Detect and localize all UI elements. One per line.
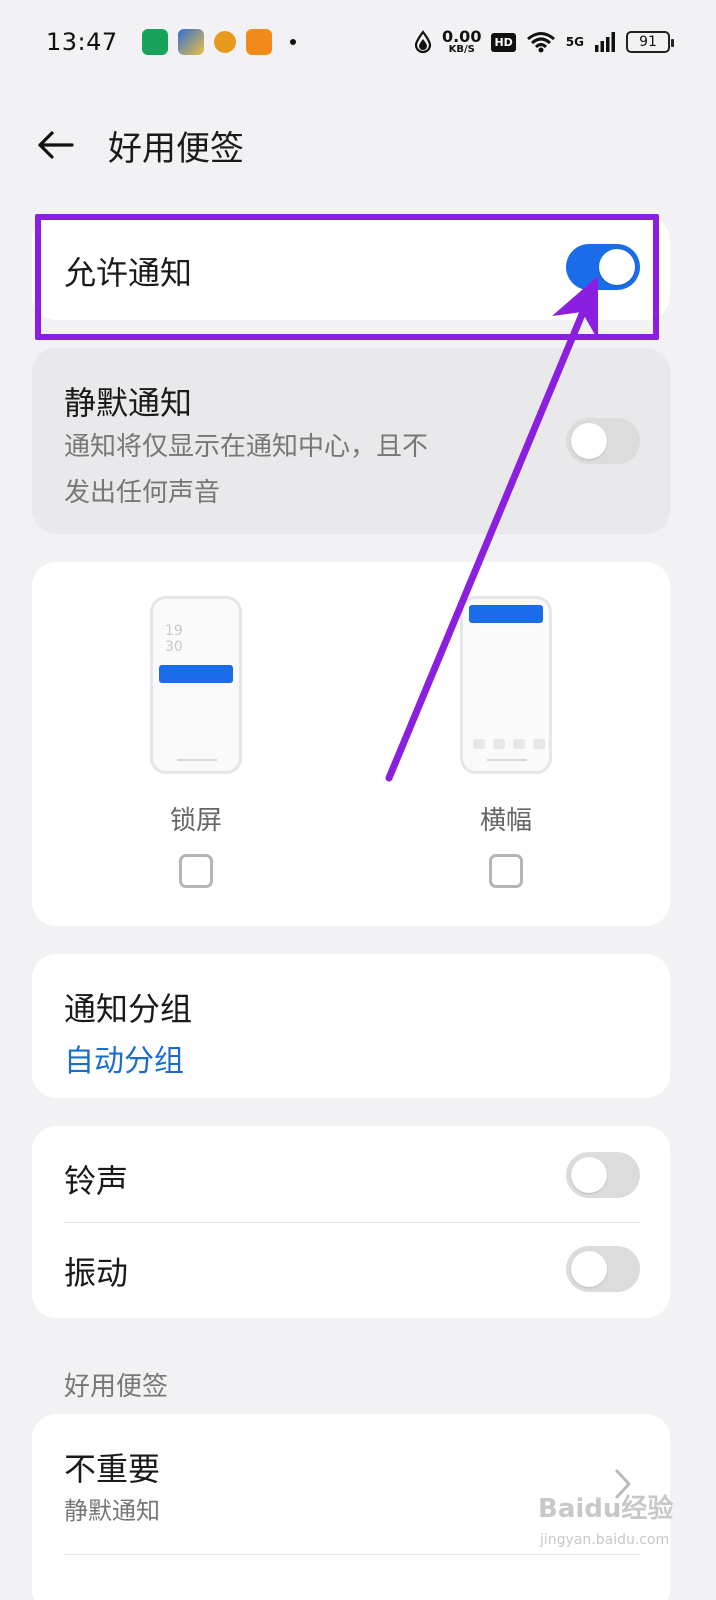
- silent-notifications-toggle[interactable]: [566, 418, 640, 464]
- lockscreen-preview[interactable]: 19 30: [150, 596, 242, 774]
- clock-line-1: 19: [165, 623, 183, 639]
- banner-label: 横幅: [480, 806, 533, 836]
- silent-notifications-row[interactable]: 静默通知 通知将仅显示在通知中心，且不 发出任何声音: [32, 348, 670, 534]
- game-app-icon: [177, 29, 204, 55]
- data-saver-icon: [414, 30, 432, 54]
- category-item-subtitle: 静默通知: [64, 1497, 160, 1525]
- silent-notifications-desc-2: 发出任何声音: [64, 478, 221, 508]
- notification-group-row[interactable]: 通知分组 自动分组: [32, 954, 670, 1098]
- notification-dot: [289, 39, 296, 45]
- ringtone-label: 铃声: [64, 1162, 129, 1200]
- lockscreen-clock: 19 30: [165, 623, 183, 655]
- speed-unit: KB/S: [448, 44, 475, 55]
- banner-preview[interactable]: [460, 596, 552, 774]
- wifi-icon: [526, 32, 555, 53]
- toggle-knob: [571, 1157, 607, 1193]
- battery-level: 91: [639, 34, 657, 50]
- allow-notifications-label: 允许通知: [64, 254, 193, 292]
- banner-notification-bar: [469, 605, 543, 623]
- notification-group-value: 自动分组: [64, 1044, 184, 1079]
- page-title: 好用便签: [108, 128, 244, 169]
- banner-checkbox[interactable]: [489, 854, 523, 888]
- lockscreen-notification-bar: [159, 665, 233, 683]
- allow-notifications-toggle[interactable]: [566, 244, 640, 290]
- vibration-label: 振动: [64, 1254, 129, 1292]
- toggle-knob: [599, 249, 635, 285]
- baidu-watermark-url: jingyan.baidu.com: [540, 1532, 670, 1548]
- coin-app-icon: [213, 31, 236, 53]
- lockscreen-label: 锁屏: [170, 806, 223, 836]
- silent-notifications-desc-1: 通知将仅显示在通知中心，且不: [64, 432, 429, 462]
- row-divider: [64, 1554, 640, 1555]
- network-speed: 0.00 KB/S: [442, 29, 481, 55]
- status-time: 13:47: [46, 28, 118, 56]
- clock-line-2: 30: [165, 639, 183, 655]
- app-header: 好用便签: [0, 100, 716, 190]
- back-button[interactable]: [26, 115, 86, 175]
- speed-value: 0.00: [441, 27, 482, 46]
- toggle-knob: [571, 423, 607, 459]
- toggle-knob: [571, 1251, 607, 1287]
- silent-notifications-label: 静默通知: [64, 384, 193, 422]
- home-indicator: [487, 759, 527, 761]
- status-app-icons: [141, 29, 296, 55]
- baidu-watermark: Baidu经验: [538, 1494, 674, 1524]
- oppo-app-icon: [141, 29, 168, 55]
- sound-settings-card: 铃声 振动: [32, 1126, 670, 1318]
- network-type: 5G: [565, 35, 584, 49]
- category-section-header: 好用便签: [64, 1372, 169, 1402]
- vibration-toggle[interactable]: [566, 1246, 640, 1292]
- dock-icons: [473, 739, 545, 749]
- display-style-card: 19 30 锁屏 横幅: [32, 562, 670, 926]
- hd-badge: HD: [491, 32, 516, 52]
- battery-icon: 91: [626, 31, 674, 53]
- home-indicator: [177, 759, 217, 761]
- category-item-title: 不重要: [64, 1450, 161, 1488]
- notification-group-label: 通知分组: [64, 990, 193, 1028]
- ringtone-toggle[interactable]: [566, 1152, 640, 1198]
- lockscreen-checkbox[interactable]: [179, 854, 213, 888]
- ringtone-row[interactable]: 铃声: [32, 1126, 670, 1222]
- signal-icon: [595, 32, 615, 52]
- vibration-row[interactable]: 振动: [32, 1222, 670, 1318]
- video-app-icon: [245, 29, 272, 55]
- back-arrow-icon: [38, 131, 74, 159]
- status-bar: 13:47 0.00 KB/S HD 5G 91: [0, 0, 716, 84]
- status-right: 0.00 KB/S HD 5G 91: [414, 29, 674, 55]
- allow-notifications-row[interactable]: 允许通知: [32, 216, 670, 320]
